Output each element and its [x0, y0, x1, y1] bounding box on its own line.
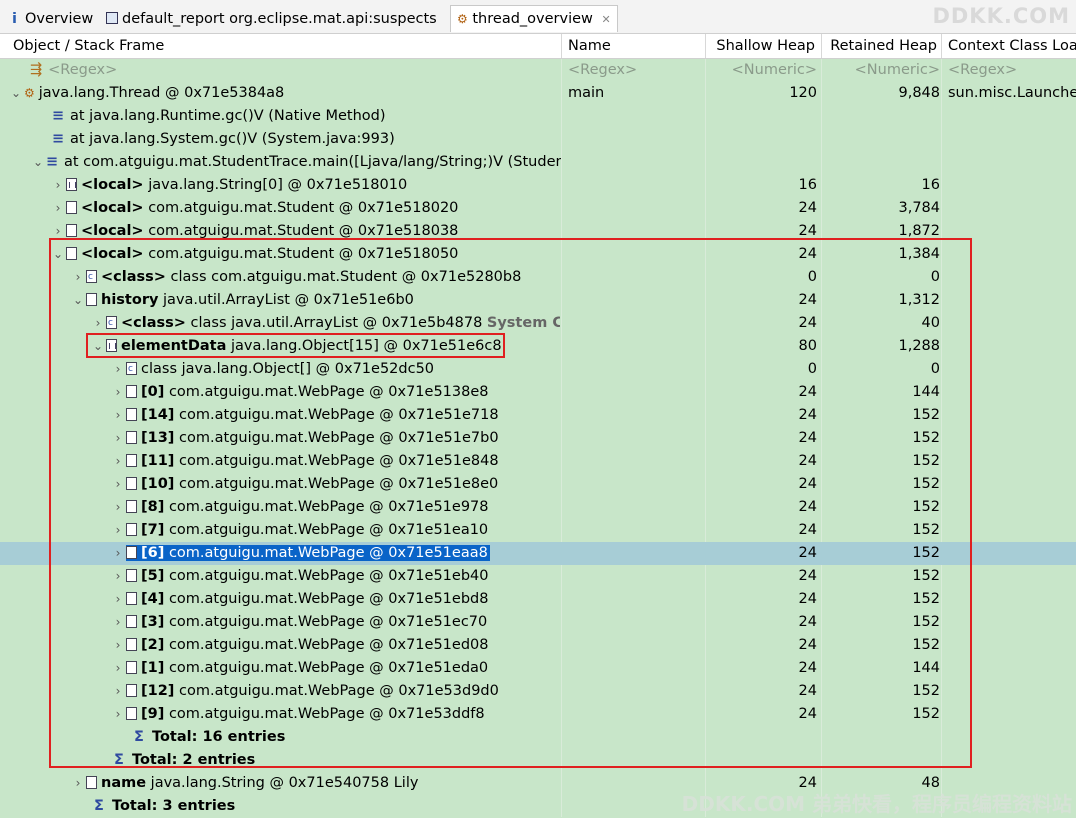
object-label: java.lang.String @ 0x71e540758 Lily [150, 775, 419, 791]
table-header: Object / Stack Frame Name Shallow Heap R… [0, 34, 1076, 59]
shallow-cell: 24 [798, 200, 817, 216]
filter-icon: ⇶ [30, 62, 43, 78]
editor-tab-bar: i Overview default_report org.eclipse.mat… [0, 0, 1076, 34]
column-shallow-heap[interactable]: Shallow Heap [706, 34, 822, 58]
thread-icon: ⚙ [24, 86, 35, 100]
tab-overview[interactable]: i Overview [6, 6, 99, 32]
watermark: DDKK.COM [932, 4, 1070, 28]
column-name[interactable]: Name [562, 34, 706, 58]
tab-label: thread_overview [472, 11, 593, 27]
retained-cell: 3,784 [898, 200, 940, 216]
array-icon [66, 178, 77, 191]
shallow-cell: 120 [789, 85, 817, 101]
object-label: at java.lang.System.gc()V (System.java:9… [70, 131, 395, 147]
stack-frame-icon: ≡ [46, 154, 59, 170]
table-row[interactable]: › <local> com.atguigu.mat.Student @ 0x71e… [0, 197, 1076, 220]
object-label: com.atguigu.mat.Student @ 0x71e518038 [148, 223, 459, 239]
shallow-cell: 16 [798, 177, 817, 193]
sum-icon: Σ [94, 798, 104, 814]
field-name: name [101, 775, 147, 791]
chevron-right-icon[interactable]: › [50, 197, 66, 220]
stack-frame-icon: ≡ [52, 131, 65, 147]
field-name: <local> [81, 223, 144, 239]
filter-name-input[interactable]: <Regex> [565, 59, 708, 82]
object-icon [66, 201, 77, 214]
object-icon [86, 776, 97, 789]
field-name: <local> [81, 200, 144, 216]
tab-label: default_report org.eclipse.mat.api:suspe… [122, 11, 437, 27]
stack-frame-icon: ≡ [52, 108, 65, 124]
object-label: at com.atguigu.mat.StudentTrace.main([Lj… [64, 154, 561, 170]
watermark: DDKK.COM 弟弟快看，程序员编程资料站 [681, 792, 1072, 816]
column-context-class-loader[interactable]: Context Class Loa [942, 34, 1076, 58]
annotation-box-student [49, 238, 972, 768]
thread-icon: ⚙ [457, 12, 468, 26]
chevron-right-icon[interactable]: › [50, 174, 66, 197]
report-icon [106, 12, 118, 24]
annotation-box-elementdata [86, 333, 505, 358]
field-name: <local> [81, 177, 144, 193]
object-label: java.lang.String[0] @ 0x71e518010 [148, 177, 408, 193]
object-label: at java.lang.Runtime.gc()V (Native Metho… [70, 108, 386, 124]
tab-label: Overview [24, 11, 94, 27]
table-row[interactable]: ≡ at java.lang.System.gc()V (System.java:… [0, 128, 1076, 151]
filter-shallow-input[interactable]: <Numeric> [705, 59, 817, 82]
tab-thread-overview[interactable]: ⚙ thread_overview ✕ [450, 5, 618, 32]
chevron-down-icon[interactable]: ⌄ [8, 82, 24, 105]
filter-row: ⇶ <Regex> <Regex> <Numeric> <Numeric> <Re… [0, 59, 1076, 82]
object-label: java.lang.Thread @ 0x71e5384a8 [38, 85, 285, 101]
tab-default-report[interactable]: default_report org.eclipse.mat.api:suspe… [100, 6, 443, 32]
filter-object-input[interactable]: <Regex> [48, 62, 117, 78]
retained-cell: 16 [921, 177, 940, 193]
context-cell: sun.misc.Launcher [948, 85, 1076, 101]
table-row[interactable]: ⌄ ≡ at com.atguigu.mat.StudentTrace.main([… [0, 151, 1076, 174]
close-icon[interactable]: ✕ [602, 13, 611, 26]
object-label: com.atguigu.mat.Student @ 0x71e518020 [148, 200, 459, 216]
chevron-down-icon[interactable]: ⌄ [30, 151, 46, 174]
chevron-right-icon[interactable]: › [70, 772, 86, 795]
object-icon [66, 224, 77, 237]
column-retained-heap[interactable]: Retained Heap [822, 34, 942, 58]
filter-context-input[interactable]: <Regex> [945, 59, 1076, 82]
table-row[interactable]: ≡ at java.lang.Runtime.gc()V (Native Meth… [0, 105, 1076, 128]
total-label: Total: 3 entries [112, 798, 236, 814]
info-icon: i [12, 11, 17, 27]
column-object[interactable]: Object / Stack Frame [0, 34, 562, 58]
retained-cell: 9,848 [898, 85, 940, 101]
name-cell: main [568, 85, 605, 101]
table-row[interactable]: › <local> java.lang.String[0] @ 0x71e5180… [0, 174, 1076, 197]
filter-retained-input[interactable]: <Numeric> [820, 59, 940, 82]
table-row[interactable]: ⌄ ⚙ java.lang.Thread @ 0x71e5384a8 main 12… [0, 82, 1076, 105]
